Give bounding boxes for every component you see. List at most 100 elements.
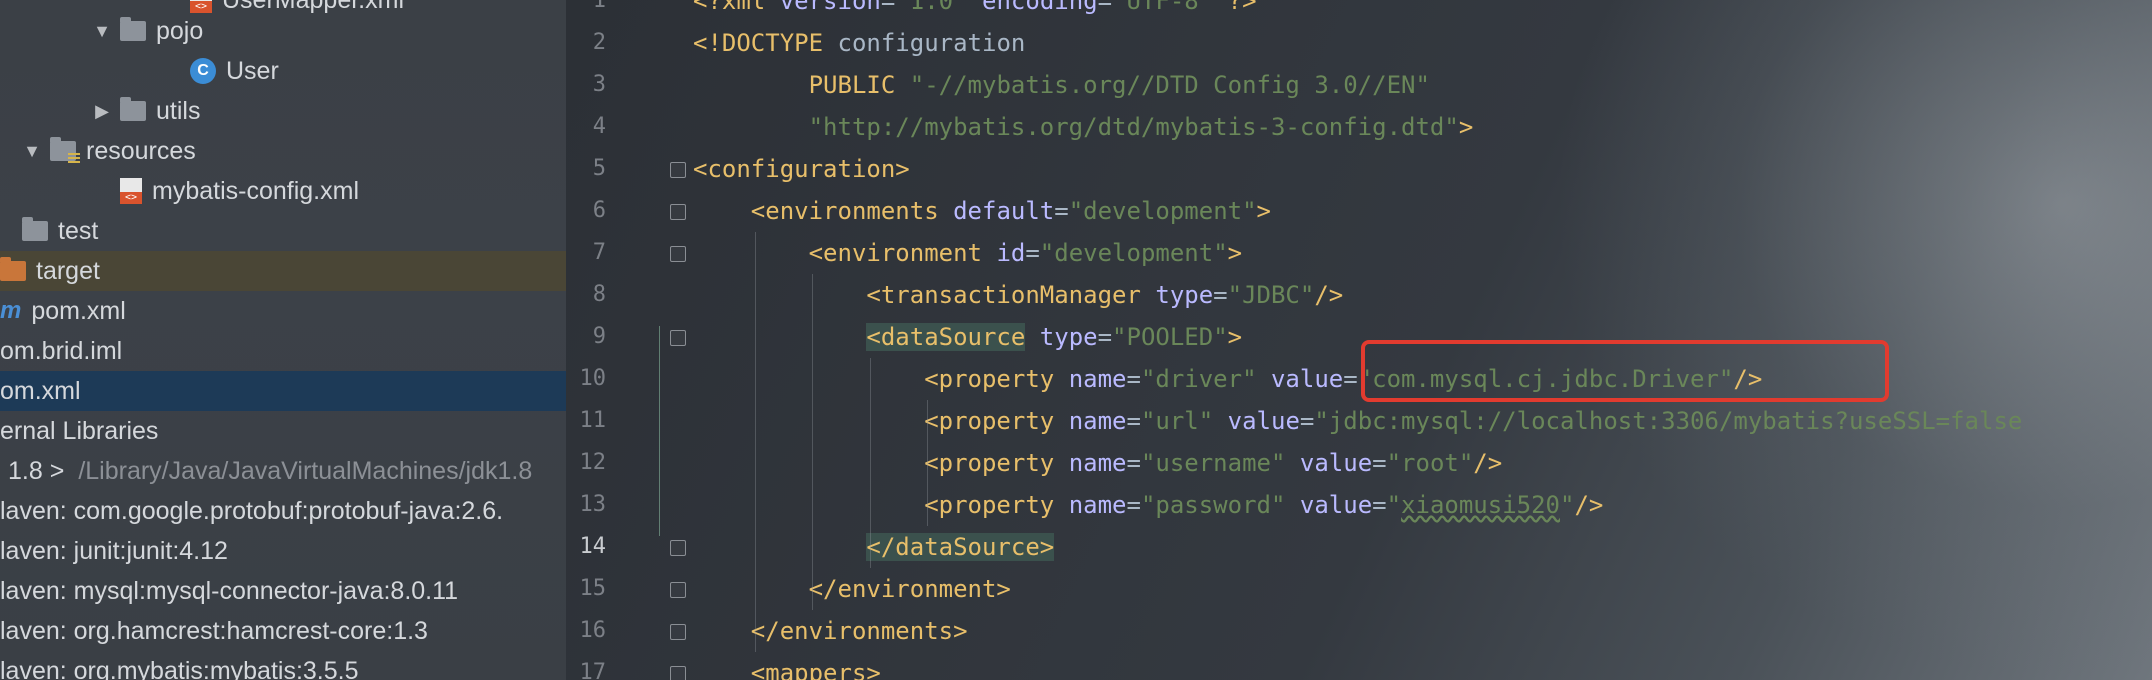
fold-marker-icon[interactable] <box>670 540 686 556</box>
tree-item-label: 1.8 > <box>8 456 65 485</box>
code-token: name <box>1068 407 1127 435</box>
tree-item-label: pojo <box>156 16 204 45</box>
code-token: <property <box>924 449 1069 477</box>
code-line[interactable]: "http://mybatis.org/dtd/mybatis-3-config… <box>693 106 1474 148</box>
code-token: value <box>1299 491 1373 519</box>
tree-item[interactable]: ▼ resources <box>0 131 566 171</box>
tree-item[interactable]: laven: mysql:mysql-connector-java:8.0.11 <box>0 571 566 611</box>
code-line[interactable]: <environments default="development"> <box>693 190 1271 232</box>
code-line[interactable]: </environments> <box>693 610 968 652</box>
fold-marker-icon[interactable] <box>670 624 686 640</box>
code-token: = <box>1299 407 1315 435</box>
tree-item[interactable]: target <box>0 251 566 291</box>
code-line[interactable]: <property name="password" value="xiaomus… <box>693 484 1603 526</box>
tree-item[interactable]: laven: org.hamcrest:hamcrest-core:1.3 <box>0 611 566 651</box>
line-number: 15 <box>579 576 607 601</box>
vcs-change-marker <box>659 326 660 536</box>
code-line[interactable]: PUBLIC "-//mybatis.org//DTD Config 3.0//… <box>693 64 1430 106</box>
fold-marker-icon[interactable] <box>670 162 686 178</box>
tree-item-label: target <box>36 256 100 285</box>
code-token: <mappers> <box>750 659 881 680</box>
code-token: " <box>1386 491 1402 519</box>
code-token: "url" <box>1140 407 1214 435</box>
tree-item[interactable]: om.xml <box>0 371 566 411</box>
tree-item[interactable]: om.brid.iml <box>0 331 566 371</box>
fold-marker-icon[interactable] <box>670 582 686 598</box>
code-line[interactable]: <property name="url" value="jdbc:mysql:/… <box>693 400 2022 442</box>
line-number: 10 <box>579 366 607 391</box>
indent-guide <box>754 232 756 652</box>
tree-item[interactable]: laven: junit:junit:4.12 <box>0 531 566 571</box>
tree-item[interactable]: ▶ utils <box>0 91 566 131</box>
code-token: = <box>1097 0 1113 15</box>
code-token: > <box>1458 113 1474 141</box>
tree-item[interactable]: ernal Libraries <box>0 411 566 451</box>
code-token: <dataSource <box>866 323 1026 351</box>
fold-marker-icon[interactable] <box>670 666 686 680</box>
tree-item[interactable]: laven: org.mybatis:mybatis:3.5.5 <box>0 651 566 680</box>
code-line[interactable]: <configuration> <box>693 148 910 190</box>
code-token: <property <box>924 407 1069 435</box>
code-token: configuration <box>837 29 1026 57</box>
tree-item[interactable]: m pom.xml <box>0 291 566 331</box>
code-line[interactable]: <transactionManager type="JDBC"/> <box>693 274 1343 316</box>
code-token: "1.0" <box>895 0 968 15</box>
package-folder-icon <box>120 17 146 41</box>
code-token: "JDBC" <box>1227 281 1315 309</box>
package-folder-icon <box>120 97 146 121</box>
code-line[interactable]: <environment id="development"> <box>693 232 1243 274</box>
code-line[interactable]: <dataSource type="POOLED"> <box>693 316 1242 358</box>
tree-item[interactable]: C User <box>0 51 566 91</box>
annotation-highlight-box <box>1361 340 1889 402</box>
code-line[interactable]: <!DOCTYPE configuration <box>693 22 1025 64</box>
code-token: = <box>1126 365 1141 393</box>
code-token: = <box>1372 449 1387 477</box>
code-token: xiaomusi520 <box>1401 491 1560 519</box>
tree-item-label: resources <box>86 136 196 165</box>
expand-arrow-icon[interactable]: ▼ <box>20 141 44 162</box>
code-token: " <box>1560 491 1575 519</box>
code-token: ?> <box>1213 0 1257 15</box>
expand-arrow-icon[interactable]: ▼ <box>90 21 114 42</box>
line-number: 6 <box>592 198 606 223</box>
code-token: "-//mybatis.org//DTD Config 3.0//EN" <box>909 71 1430 99</box>
fold-marker-icon[interactable] <box>670 204 686 220</box>
line-number: 3 <box>592 72 606 97</box>
tree-item[interactable]: mybatis-config.xml <box>0 171 566 211</box>
code-token: /> <box>1314 281 1344 309</box>
code-token: name <box>1068 365 1127 393</box>
tree-item[interactable]: ▼ pojo <box>0 11 566 51</box>
tree-item[interactable]: laven: com.google.protobuf:protobuf-java… <box>0 491 566 531</box>
code-editor[interactable]: 1 2 3 4 5 6 7 8 9 10 11 12 13 14 15 16 17 <?xml version=… <box>566 0 2152 680</box>
code-token: value <box>1227 407 1300 435</box>
code-token: </environment> <box>808 575 1011 603</box>
indent-guide <box>812 274 814 610</box>
tree-item[interactable]: 1.8 > /Library/Java/JavaVirtualMachines/j… <box>0 451 566 491</box>
code-line[interactable]: </environment> <box>693 568 1011 610</box>
code-line[interactable]: <property name="username" value="root"/> <box>693 442 1502 484</box>
tree-item-label: mybatis-config.xml <box>152 176 359 205</box>
code-token: default <box>953 197 1055 225</box>
code-line[interactable]: </dataSource> <box>693 526 1055 568</box>
code-line[interactable]: <mappers> <box>693 652 881 680</box>
fold-marker-icon[interactable] <box>670 330 686 346</box>
collapse-arrow-icon[interactable]: ▶ <box>90 101 114 122</box>
code-token: <?xml <box>693 0 780 15</box>
code-token: = <box>880 0 896 15</box>
code-token: "username" <box>1140 449 1286 477</box>
code-token: "POOLED" <box>1112 323 1228 351</box>
tree-item-label: om.xml <box>0 376 81 405</box>
tree-item[interactable]: test <box>0 211 566 251</box>
resources-folder-icon <box>50 137 80 165</box>
code-token: = <box>1126 407 1141 435</box>
code-line[interactable]: <?xml version="1.0" encoding="UTF-8" ?> <box>693 0 1257 22</box>
tree-item-label: ernal Libraries <box>0 416 159 445</box>
fold-marker-icon[interactable] <box>670 246 686 262</box>
